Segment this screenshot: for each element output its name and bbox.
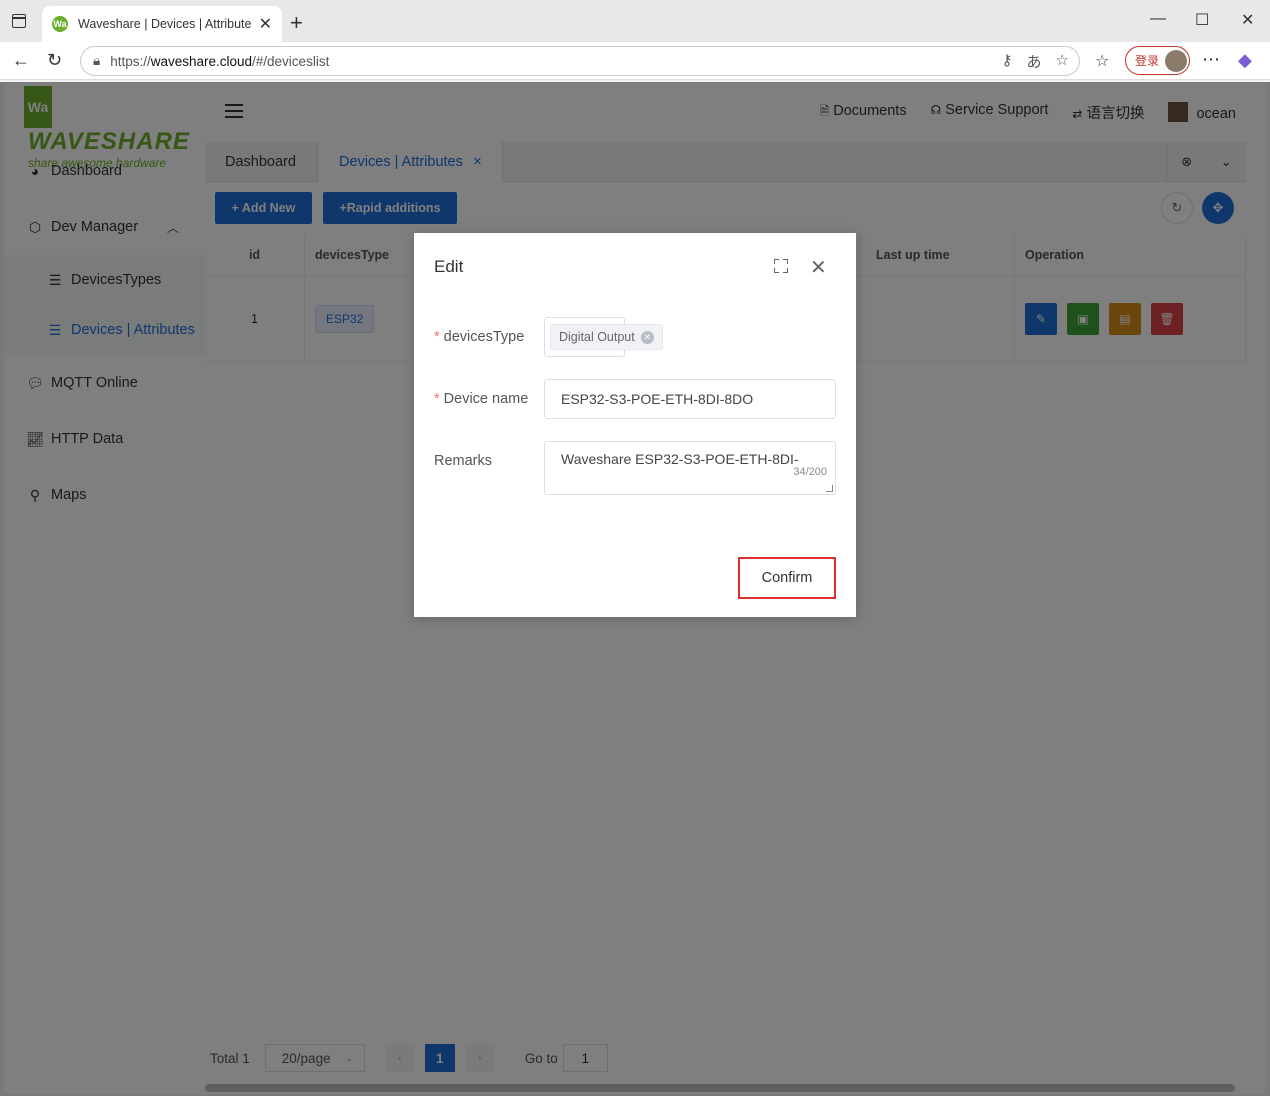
device-name-label: * Device name bbox=[434, 391, 529, 407]
browser-titlebar: Wa Waveshare | Devices | Attributes ✕ + … bbox=[0, 0, 1270, 42]
star-icon[interactable]: ☆ bbox=[1056, 51, 1069, 72]
key-icon[interactable]: ⚷ bbox=[1002, 51, 1013, 72]
url-text: https://waveshare.cloud/#/deviceslist bbox=[110, 53, 330, 69]
remarks-label: Remarks bbox=[434, 453, 493, 469]
browser-tab[interactable]: Wa Waveshare | Devices | Attributes ✕ bbox=[42, 6, 282, 42]
remove-chip-icon[interactable]: ✕ bbox=[640, 330, 654, 344]
address-bar[interactable]: 🔒︎ https://waveshare.cloud/#/deviceslist… bbox=[80, 46, 1080, 76]
address-row: ← ↻ 🔒︎ https://waveshare.cloud/#/devices… bbox=[0, 42, 1270, 80]
close-tab-icon[interactable]: ✕ bbox=[259, 14, 272, 34]
minimize-icon[interactable]: — bbox=[1150, 10, 1166, 28]
translate-icon[interactable]: あ bbox=[1027, 51, 1042, 72]
device-name-input[interactable]: ESP32-S3-POE-ETH-8DI-8DO bbox=[544, 379, 836, 419]
more-icon[interactable]: ⋯ bbox=[1202, 49, 1220, 70]
maximize-icon[interactable]: ☐ bbox=[1195, 10, 1209, 30]
login-label: 登录 bbox=[1135, 54, 1160, 68]
copilot-icon[interactable]: ◆ bbox=[1238, 50, 1252, 71]
dialog-title: Edit bbox=[434, 257, 464, 276]
profile-avatar bbox=[1165, 49, 1188, 72]
reload-icon[interactable]: ↻ bbox=[47, 50, 62, 71]
favorites-icon[interactable]: ☆ bbox=[1095, 51, 1109, 71]
devicestype-chip: Digital Output ✕ bbox=[550, 324, 663, 350]
tab-title: Waveshare | Devices | Attributes bbox=[78, 17, 251, 31]
devicestype-label: * devicesType bbox=[434, 329, 525, 345]
login-button[interactable]: 登录 bbox=[1125, 46, 1190, 75]
new-tab-icon[interactable]: + bbox=[290, 10, 303, 36]
favicon-icon: Wa bbox=[52, 16, 68, 32]
char-counter: 34/200 bbox=[793, 466, 827, 478]
confirm-button[interactable]: Confirm bbox=[738, 557, 836, 599]
back-icon[interactable]: ← bbox=[12, 50, 30, 71]
edit-dialog: Edit ✕ * devicesType Digital Output ✕ * Dev… bbox=[414, 233, 856, 617]
remarks-textarea[interactable]: Waveshare ESP32-S3-POE-ETH-8DI- 34/200 bbox=[544, 441, 836, 495]
window-menu-icon[interactable] bbox=[12, 14, 26, 28]
close-icon[interactable]: ✕ bbox=[810, 255, 827, 280]
lock-icon: 🔒︎ bbox=[93, 53, 101, 68]
close-window-icon[interactable]: ✕ bbox=[1241, 10, 1254, 30]
fullscreen-icon[interactable] bbox=[774, 259, 788, 273]
resize-handle[interactable] bbox=[826, 485, 833, 492]
